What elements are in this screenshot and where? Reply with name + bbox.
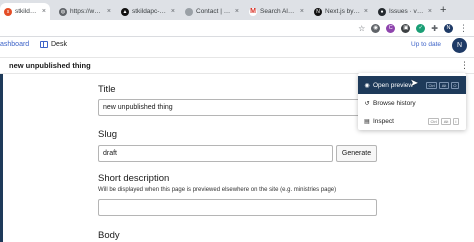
- nav-desk[interactable]: Desk: [40, 41, 67, 48]
- inspect-icon: ▤: [364, 118, 370, 125]
- kbd-key: Ctrl: [425, 81, 438, 89]
- browser-menu-icon[interactable]: ⋮: [459, 23, 468, 33]
- vercel-icon: ▲: [121, 7, 129, 16]
- extension-icon-4[interactable]: ✓: [416, 23, 426, 33]
- extension-icon-3[interactable]: ▣: [401, 23, 411, 33]
- kbd-key: Alt: [441, 117, 451, 125]
- menu-item-label: Open preview: [373, 81, 414, 89]
- eye-icon: ◉: [364, 82, 370, 89]
- tab-title: https://www.c: [70, 8, 104, 15]
- puzzle-icon[interactable]: ✚: [431, 24, 438, 33]
- app-header: ashboard Desk Up to date N: [0, 37, 474, 57]
- slug-input[interactable]: draft: [98, 145, 333, 162]
- extension-icon-c[interactable]: C: [386, 23, 396, 33]
- close-icon[interactable]: ×: [42, 8, 46, 15]
- body-label: Body: [98, 230, 120, 241]
- menu-item-label: Browse history: [373, 99, 416, 107]
- close-icon[interactable]: ×: [300, 8, 304, 15]
- bookmark-star-icon[interactable]: ☆: [358, 24, 365, 33]
- tab-title: Next.js by Ver: [325, 8, 361, 15]
- close-icon[interactable]: ×: [235, 8, 239, 15]
- desk-icon: [40, 41, 48, 48]
- nav-dashboard[interactable]: ashboard: [0, 41, 29, 48]
- tab-title: Contact | St K: [196, 8, 232, 15]
- left-rail: [0, 74, 3, 242]
- more-vertical-icon[interactable]: ⋮: [460, 59, 469, 71]
- sanity-icon: s: [4, 7, 12, 16]
- github-icon: ●: [378, 7, 386, 16]
- browser-tab-gmail[interactable]: M Search Alert fo ×: [245, 3, 308, 20]
- tab-title: Search Alert fo: [260, 8, 297, 15]
- tab-title: stkildapc-nev: [132, 8, 168, 15]
- gmail-icon: M: [249, 7, 257, 16]
- title-input[interactable]: new unpublished thing: [98, 99, 377, 116]
- kbd-key: I: [452, 117, 459, 125]
- browser-tab-sanity[interactable]: s stkilda - Sani ×: [0, 3, 50, 20]
- browser-tab-vercel[interactable]: ▲ stkildapc-nev ×: [117, 3, 179, 20]
- nav-desk-label: Desk: [51, 41, 67, 48]
- kbd-key: O: [450, 81, 459, 89]
- nextjs-icon: N: [314, 7, 322, 16]
- slug-label: Slug: [98, 129, 118, 140]
- document-title: new unpublished thing: [9, 61, 91, 70]
- short-description-input[interactable]: [98, 199, 377, 216]
- browser-tab-url[interactable]: ◍ https://www.c ×: [55, 3, 115, 20]
- title-label: Title: [98, 84, 116, 95]
- menu-item-browse-history[interactable]: ↺ Browse history: [358, 94, 466, 112]
- short-description-label: Short description: [98, 173, 170, 184]
- document-header: new unpublished thing ⋮: [0, 57, 474, 74]
- close-icon[interactable]: ×: [107, 8, 111, 15]
- mouse-cursor-icon: ➤: [410, 78, 419, 89]
- tab-title: Issues · vercel: [389, 8, 425, 15]
- tab-title: stkilda - Sani: [15, 8, 39, 15]
- menu-item-inspect[interactable]: ▤ Inspect Ctrl Alt I: [358, 112, 466, 130]
- close-icon[interactable]: ×: [364, 8, 368, 15]
- history-icon: ↺: [364, 100, 370, 107]
- shortcut-keys: Ctrl Alt O: [425, 81, 459, 89]
- status-text: Up to date: [411, 41, 441, 48]
- browser-tab-nextjs[interactable]: N Next.js by Ver ×: [310, 3, 372, 20]
- page-icon: [185, 7, 193, 16]
- menu-item-label: Inspect: [373, 117, 394, 125]
- browser-tab-strip: s stkilda - Sani × ◍ https://www.c × ▲ s…: [0, 0, 474, 20]
- close-icon[interactable]: ×: [171, 8, 175, 15]
- kbd-key: Alt: [439, 81, 449, 89]
- browser-tab-github[interactable]: ● Issues · vercel ×: [374, 3, 436, 20]
- avatar[interactable]: N: [452, 38, 467, 53]
- globe-icon: ◍: [59, 7, 67, 16]
- kbd-key: Ctrl: [427, 117, 440, 125]
- shortcut-keys: Ctrl Alt I: [427, 117, 459, 125]
- short-description-hint: Will be displayed when this page is prev…: [98, 187, 337, 193]
- new-tab-button[interactable]: +: [440, 3, 446, 17]
- generate-button[interactable]: Generate: [336, 145, 377, 162]
- close-icon[interactable]: ×: [428, 8, 432, 15]
- profile-icon[interactable]: N: [444, 23, 453, 33]
- extension-icon-1[interactable]: ◉: [371, 23, 381, 33]
- browser-toolbar: ☆ ◉ C ▣ ✓ ✚ N ⋮: [0, 20, 474, 37]
- browser-tab-contact[interactable]: Contact | St K ×: [181, 3, 243, 20]
